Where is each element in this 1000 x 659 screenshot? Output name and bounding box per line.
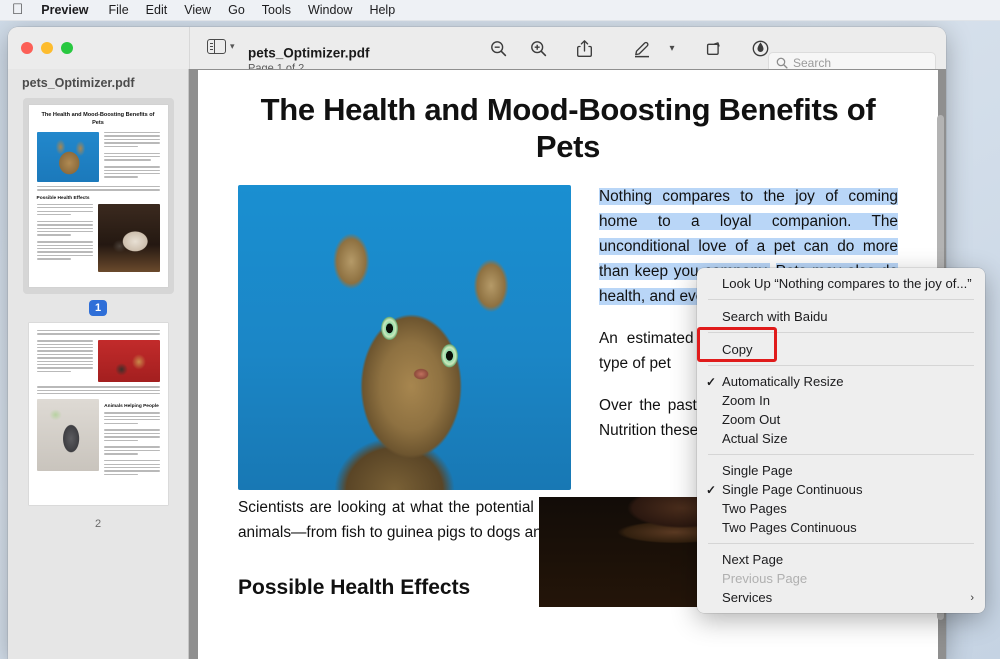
close-button[interactable] bbox=[21, 42, 33, 54]
mini-grey-cat-image bbox=[36, 399, 99, 472]
rotate-icon[interactable] bbox=[694, 32, 734, 64]
mini-text-block-2 bbox=[36, 203, 93, 272]
menu-separator-1 bbox=[708, 299, 974, 300]
menu-item-single-page-label: Single Page bbox=[722, 463, 793, 478]
mini-p2-quote bbox=[36, 386, 160, 395]
sidebar-panel-icon bbox=[207, 39, 226, 54]
menu-item-services[interactable]: Services › bbox=[697, 588, 985, 607]
thumbnail-item-page-2[interactable]: Animals Helping People 2 bbox=[8, 316, 188, 532]
thumbnail-sidebar[interactable]: pets_Optimizer.pdf The Health and Mood-B… bbox=[8, 69, 189, 659]
chevron-down-icon[interactable]: ▾ bbox=[230, 42, 235, 51]
page-number-badge-1: 1 bbox=[88, 300, 108, 316]
menu-item-look-up[interactable]: Look Up “Nothing compares to the joy of.… bbox=[697, 273, 985, 293]
document-filename: pets_Optimizer.pdf bbox=[248, 45, 370, 61]
context-menu[interactable]: Look Up “Nothing compares to the joy of.… bbox=[697, 268, 985, 613]
cat-photo bbox=[238, 185, 571, 491]
titlebar-divider bbox=[189, 27, 190, 69]
menu-item-search-with-baidu-label: Search with Baidu bbox=[722, 308, 828, 324]
traffic-light-buttons bbox=[8, 42, 178, 54]
menu-edit[interactable]: Edit bbox=[146, 3, 168, 17]
search-input[interactable]: Search bbox=[793, 56, 831, 70]
menu-item-automatically-resize[interactable]: ✓ Automatically Resize bbox=[697, 372, 985, 391]
markup-chevron-down-icon[interactable]: ▾ bbox=[662, 32, 682, 64]
menu-item-single-page-continuous[interactable]: ✓ Single Page Continuous bbox=[697, 480, 985, 499]
mini-title: The Health and Mood-Boosting Benefits of… bbox=[41, 112, 155, 126]
selected-text-3: health, and eve bbox=[599, 287, 705, 305]
menu-item-single-page[interactable]: Single Page bbox=[697, 461, 985, 480]
menu-item-two-pages-continuous[interactable]: Two Pages Continuous bbox=[697, 518, 985, 537]
menu-item-next-page-label: Next Page bbox=[722, 552, 784, 567]
page-title: The Health and Mood-Boosting Benefits of… bbox=[260, 92, 876, 164]
menu-item-copy-label: Copy bbox=[722, 341, 753, 357]
thumbnail-item-page-1[interactable]: The Health and Mood-Boosting Benefits of… bbox=[8, 98, 188, 316]
menu-item-zoom-out-label: Zoom Out bbox=[722, 412, 781, 427]
zoom-out-icon[interactable] bbox=[478, 32, 518, 64]
menu-tools[interactable]: Tools bbox=[262, 3, 291, 17]
menu-item-services-label: Services bbox=[722, 590, 773, 605]
mini-cat-image bbox=[36, 132, 99, 183]
zoom-in-icon[interactable] bbox=[518, 32, 558, 64]
page-1-preview: The Health and Mood-Boosting Benefits of… bbox=[28, 105, 168, 287]
mini-dog-image bbox=[97, 203, 160, 272]
menu-separator-5 bbox=[708, 543, 974, 544]
markup-pen-icon[interactable] bbox=[622, 32, 662, 64]
sidebar-toggle-button[interactable]: ▾ bbox=[207, 39, 235, 54]
checkmark-icon: ✓ bbox=[706, 482, 717, 497]
menu-item-previous-page: Previous Page bbox=[697, 569, 985, 588]
mini-animals-heading: Animals Helping People bbox=[104, 404, 159, 410]
apple-logo-icon[interactable]:  bbox=[12, 2, 23, 17]
minimize-button[interactable] bbox=[41, 42, 53, 54]
page-2-preview: Animals Helping People bbox=[28, 323, 168, 505]
menu-help[interactable]: Help bbox=[369, 3, 395, 17]
search-icon bbox=[776, 57, 788, 69]
mini-p2-text-1 bbox=[36, 340, 93, 382]
menu-item-previous-page-label: Previous Page bbox=[722, 571, 808, 586]
checkmark-icon: ✓ bbox=[706, 374, 717, 389]
menu-item-next-page[interactable]: Next Page bbox=[697, 550, 985, 569]
menu-item-single-page-continuous-label: Single Page Continuous bbox=[722, 482, 863, 497]
paragraph-3-line-1: Over the past 1 bbox=[599, 396, 713, 414]
mini-p2-top bbox=[36, 330, 160, 335]
menu-item-two-pages-continuous-label: Two Pages Continuous bbox=[722, 520, 857, 535]
window-titlebar: ▾ pets_Optimizer.pdf Page 1 of 2 ▾ Searc… bbox=[8, 27, 946, 74]
menu-item-zoom-out[interactable]: Zoom Out bbox=[697, 410, 985, 429]
thumbnail-frame-2: Animals Helping People bbox=[23, 316, 174, 512]
menu-go[interactable]: Go bbox=[228, 3, 245, 17]
page-number-label-2: 2 bbox=[94, 518, 102, 530]
menu-item-two-pages-label: Two Pages bbox=[722, 501, 787, 516]
sidebar-document-title: pets_Optimizer.pdf bbox=[22, 76, 135, 90]
share-icon[interactable] bbox=[564, 32, 604, 64]
menu-item-automatically-resize-label: Automatically Resize bbox=[722, 374, 844, 389]
menu-separator-2 bbox=[708, 332, 974, 333]
menu-window[interactable]: Window bbox=[308, 3, 352, 17]
macos-menu-bar:  Preview File Edit View Go Tools Window… bbox=[0, 0, 1000, 21]
chevron-right-icon: › bbox=[970, 591, 974, 604]
mini-section-heading: Possible Health Effects bbox=[36, 195, 90, 201]
menu-item-copy[interactable]: Copy bbox=[697, 339, 985, 359]
menu-separator-4 bbox=[708, 454, 974, 455]
menu-item-zoom-in[interactable]: Zoom In bbox=[697, 391, 985, 410]
mini-christmas-image bbox=[97, 340, 160, 383]
menu-separator-3 bbox=[708, 365, 974, 366]
toolbar-tools: ▾ bbox=[478, 27, 780, 69]
mini-text-block bbox=[103, 132, 160, 182]
mini-p2-text-2: Animals Helping People bbox=[103, 399, 160, 477]
maximize-button[interactable] bbox=[61, 42, 73, 54]
mini-paragraph bbox=[36, 186, 160, 191]
menu-item-actual-size-label: Actual Size bbox=[722, 431, 788, 446]
menu-item-actual-size[interactable]: Actual Size bbox=[697, 429, 985, 448]
screen:  Preview File Edit View Go Tools Window… bbox=[0, 0, 1000, 659]
menu-item-zoom-in-label: Zoom In bbox=[722, 393, 771, 408]
menu-file[interactable]: File bbox=[109, 3, 129, 17]
menu-item-search-with-baidu[interactable]: Search with Baidu bbox=[697, 306, 985, 326]
thumbnail-selected-frame: The Health and Mood-Boosting Benefits of… bbox=[22, 98, 174, 294]
menu-item-look-up-label: Look Up “Nothing compares to the joy of.… bbox=[722, 275, 972, 291]
menu-preview[interactable]: Preview bbox=[41, 3, 88, 17]
menu-item-two-pages[interactable]: Two Pages bbox=[697, 499, 985, 518]
menu-view[interactable]: View bbox=[184, 3, 211, 17]
